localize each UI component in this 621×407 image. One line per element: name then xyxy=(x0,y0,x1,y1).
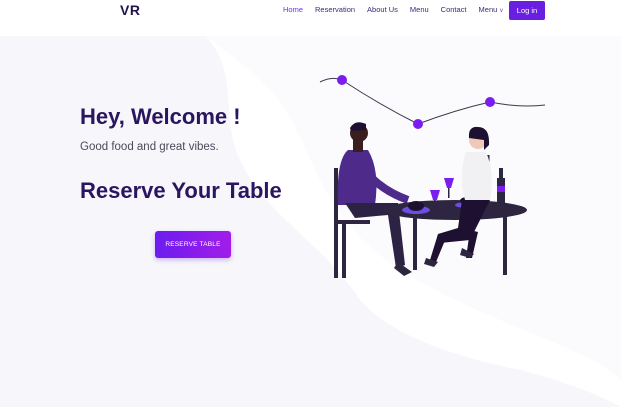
nav-link-contact[interactable]: Contact xyxy=(441,5,467,14)
hero-title: Hey, Welcome ! xyxy=(80,104,241,129)
top-navbar: VR Home Reservation About Us Menu Contac… xyxy=(0,0,621,22)
hero-headline: Reserve Your Table xyxy=(80,178,282,203)
brand-logo[interactable]: VR xyxy=(120,2,140,18)
nav-link-about-us[interactable]: About Us xyxy=(367,5,398,14)
nav-dropdown-menu[interactable]: Menu ∨ xyxy=(479,5,504,14)
login-button[interactable]: Log in xyxy=(509,1,545,20)
nav-link-menu[interactable]: Menu xyxy=(410,5,429,14)
nav-link-reservation[interactable]: Reservation xyxy=(315,5,355,14)
hero-subtitle: Good food and great vibes. xyxy=(80,141,219,153)
nav-links: Home Reservation About Us Menu Contact M… xyxy=(283,5,516,14)
nav-dropdown-label: Menu xyxy=(478,5,498,14)
dinner-illustration xyxy=(319,75,546,278)
nav-link-home[interactable]: Home xyxy=(283,5,303,14)
chevron-down-icon: ∨ xyxy=(499,8,504,14)
reserve-table-button[interactable]: RESERVE TABLE xyxy=(155,231,231,258)
